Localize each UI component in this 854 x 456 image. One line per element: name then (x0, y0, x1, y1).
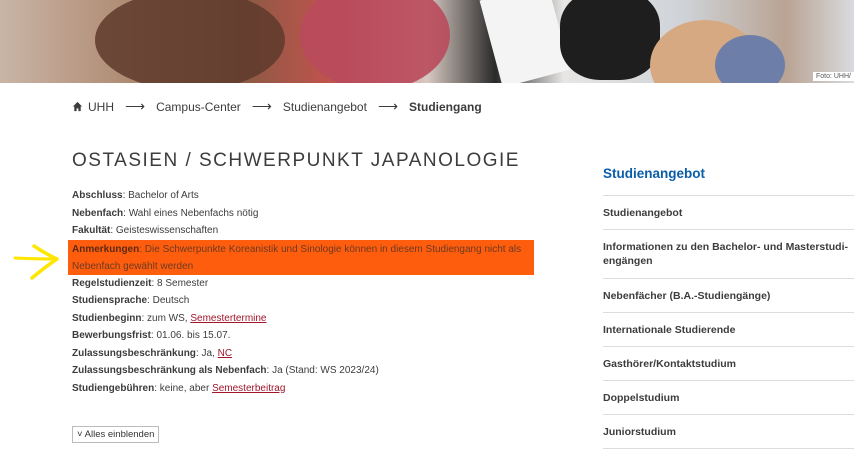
fact-value: Geisteswissenschaften (115, 225, 219, 236)
fact-abschluss: Abschluss: Bachelor of Arts (72, 190, 199, 201)
hero-image: Foto: UHH/ (0, 0, 854, 83)
breadcrumb-studienangebot[interactable]: Studienangebot (283, 100, 367, 114)
fact-zulassung-nebenfach: Zulassungsbeschränkung als Nebenfach: Ja… (72, 365, 379, 376)
breadcrumb-current: Studiengang (409, 99, 482, 114)
fact-bewerbungsfrist: Bewerbungsfrist: 01.06. bis 15.07. (72, 330, 231, 341)
annotation-arrow-icon (13, 244, 59, 280)
photo-credit: Foto: UHH/ (812, 72, 854, 81)
fact-value: Ja, (201, 347, 215, 359)
fact-value: Ja (Stand: WS 2023/24) (272, 365, 379, 376)
fact-studiensprache: Studiensprache: Deutsch (72, 295, 190, 306)
fact-label: Studiengebühren (72, 382, 155, 394)
fact-nebenfach: Nebenfach: Wahl eines Nebenfachs nötig (72, 207, 259, 219)
semesterbeitrag-link[interactable]: Semesterbeitrag (212, 383, 285, 394)
fact-fakultaet: Fakultät: Geisteswissenschaften (72, 225, 219, 236)
fact-studienbeginn: Studienbeginn: zum WS, Semestertermine (72, 312, 267, 324)
fact-regelstudienzeit: Regelstudienzeit: 8 Semester (72, 277, 209, 289)
fact-label: Abschluss (72, 190, 123, 201)
breadcrumb-campus-center[interactable]: Campus-Center (156, 100, 241, 114)
sidebar-item-bachelor-master-info[interactable]: Informationen zu den Bachelor- und Maste… (603, 230, 854, 279)
fact-value: Bachelor of Arts (128, 190, 199, 201)
breadcrumb-separator: ⟶ (377, 98, 399, 114)
sidebar-item-juniorstudium[interactable]: Juniorstudium (603, 415, 854, 449)
sidebar-item-gasthoerer[interactable]: Gasthörer/Kontaktstudium (603, 347, 854, 381)
fact-value: Wahl eines Nebenfachs nötig (128, 207, 259, 219)
home-icon (72, 101, 83, 112)
semestertermine-link[interactable]: Semestertermine (190, 313, 266, 324)
fact-value: Die Schwerpunkte Koreanistik und Sinolog… (72, 243, 522, 272)
fact-label: Regelstudienzeit (72, 277, 152, 289)
fact-gebuehren: Studiengebühren: keine, aber Semesterbei… (72, 382, 286, 394)
breadcrumb-separator: ⟶ (125, 98, 146, 114)
fact-label: Studienbeginn (72, 312, 142, 324)
breadcrumb-separator: ⟶ (251, 98, 272, 114)
program-facts: Abschluss: Bachelor of Arts Nebenfach: W… (68, 187, 542, 397)
page-title: OSTASIEN / SCHWERPUNKT JAPANOLOGIE (72, 150, 520, 171)
fact-value: Deutsch (152, 295, 190, 306)
fact-anmerkungen-highlighted: Anmerkungen: Die Schwerpunkte Koreanisti… (68, 239, 534, 275)
nc-link[interactable]: NC (218, 348, 232, 359)
fact-value: 8 Semester (157, 277, 209, 289)
fact-value: 01.06. bis 15.07. (156, 330, 231, 341)
fact-value: keine, aber (159, 382, 210, 394)
fact-label: Zulassungsbeschränkung (72, 347, 196, 359)
breadcrumb-home[interactable]: UHH (88, 100, 114, 114)
fact-label: Studiensprache (72, 295, 148, 306)
fact-zulassung: Zulassungsbeschränkung: Ja, NC (72, 347, 233, 359)
show-all-button[interactable]: ˅ Alles einblenden (72, 426, 160, 443)
sidebar-item-internationale-studierende[interactable]: Internationale Studierende (603, 313, 854, 347)
fact-label: Zulassungsbeschränkung als Nebenfach (72, 365, 267, 376)
sidebar-item-studienangebot[interactable]: Studienangebot (603, 196, 854, 230)
sidebar-item-doppelstudium[interactable]: Doppelstudium (603, 381, 854, 415)
breadcrumb: UHH ⟶ Campus-Center ⟶ Studienangebot ⟶ S… (72, 98, 482, 115)
fact-label: Bewerbungsfrist (72, 330, 151, 341)
fact-label: Nebenfach (72, 207, 124, 219)
fact-label: Fakultät (72, 225, 111, 236)
fact-value: zum WS, (147, 312, 188, 324)
fact-label: Anmerkungen (72, 243, 140, 255)
sidebar-title: Studienangebot (603, 160, 854, 196)
sidebar-item-nebenfaecher[interactable]: Nebenfächer (B.A.-Studiengänge) (603, 279, 854, 313)
sidebar-nav: Studienangebot Studienangebot Informatio… (603, 160, 854, 449)
